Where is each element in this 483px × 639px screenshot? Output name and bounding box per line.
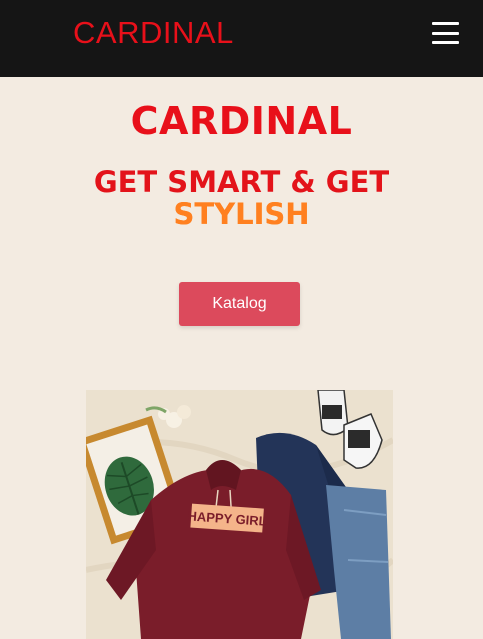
nav-logo-link[interactable]: CARDINAL: [73, 15, 234, 51]
hero-tagline: GET SMART & GET STYLISH: [0, 166, 483, 230]
product-photo-illustration: HAPPY GIRL: [86, 390, 393, 639]
menu-bar: [432, 22, 459, 25]
product-hero-image: HAPPY GIRL: [86, 390, 393, 639]
menu-bar: [432, 31, 459, 35]
tagline-line-1: GET SMART & GET: [93, 165, 390, 199]
hero-brand-title: CARDINAL: [130, 99, 353, 143]
navbar: CARDINAL: [0, 0, 483, 77]
tagline-line-2: STYLISH: [173, 197, 310, 231]
menu-bar: [432, 41, 459, 44]
katalog-button[interactable]: Katalog: [179, 282, 300, 326]
hamburger-menu-icon[interactable]: [432, 22, 459, 44]
